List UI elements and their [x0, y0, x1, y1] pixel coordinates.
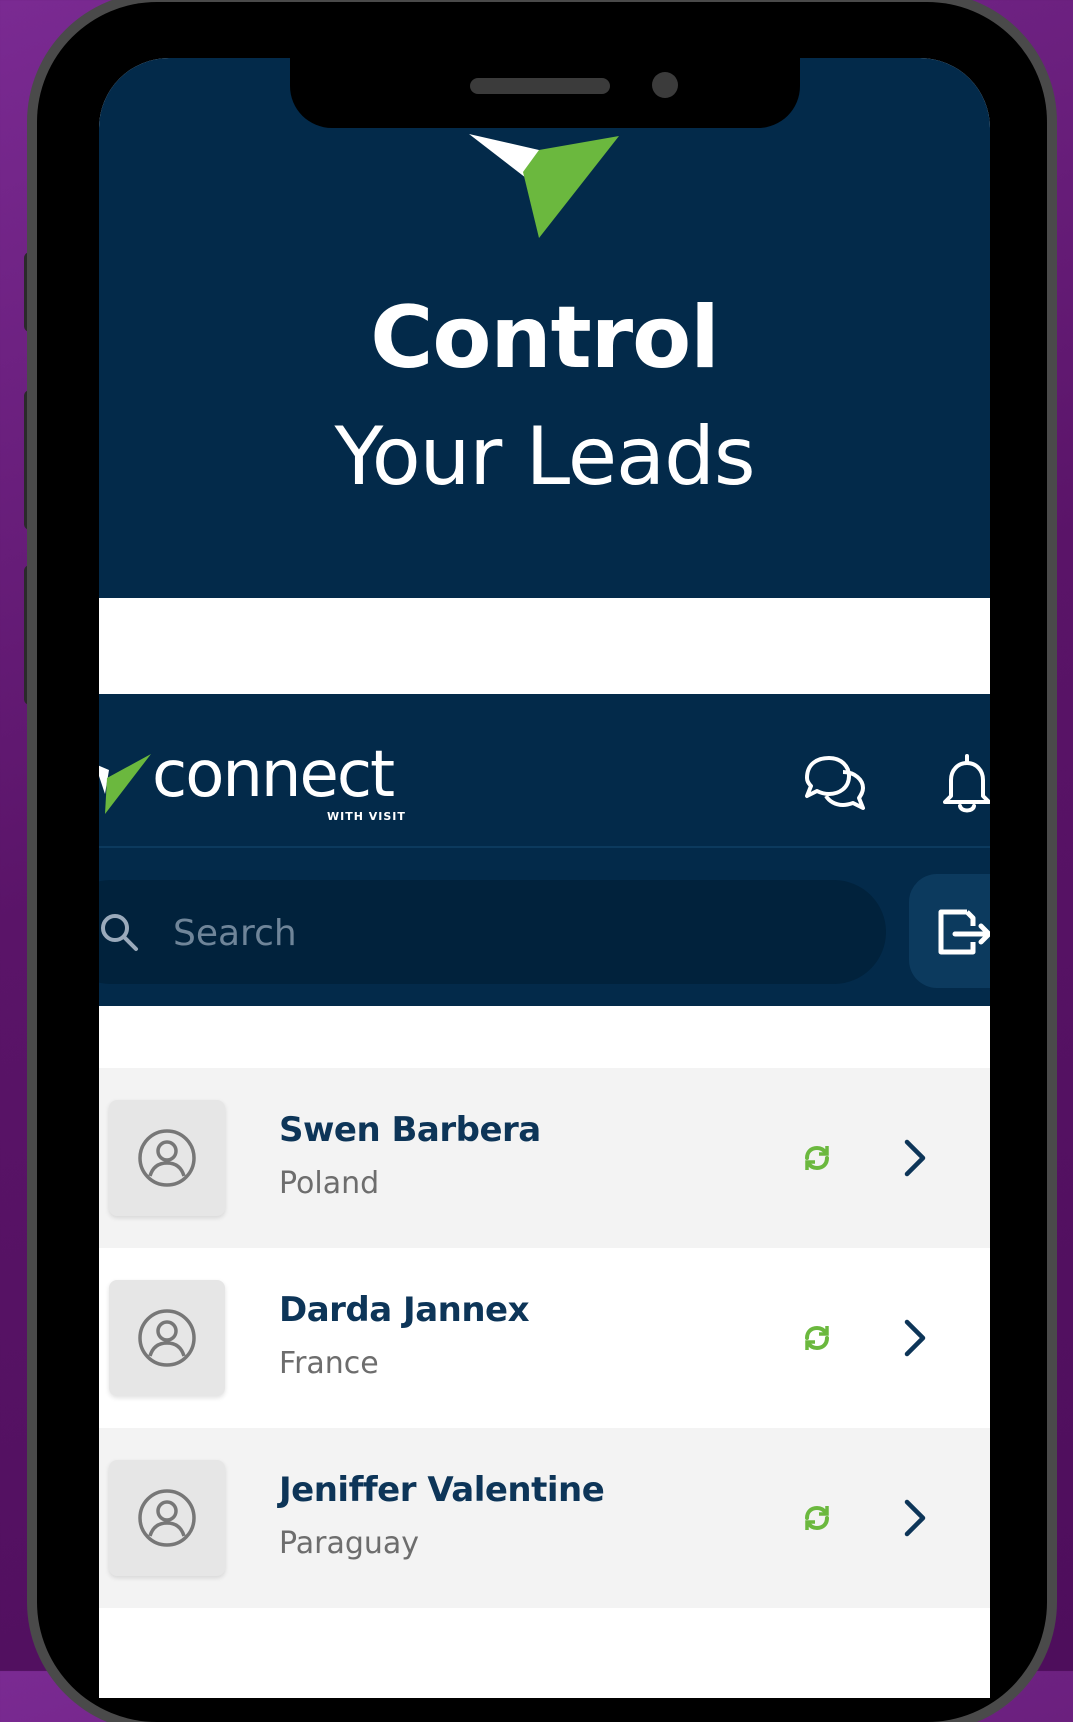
brand-check-icon — [99, 754, 151, 814]
hero-title: Control — [370, 288, 720, 388]
phone-screen: Control Your Leads connect WITH VISIT Se… — [99, 58, 990, 1698]
lead-country: France — [279, 1346, 379, 1381]
phone-notch — [290, 58, 800, 128]
brand-tagline: WITH VISIT — [327, 810, 406, 823]
lead-row[interactable]: Darda Jannex France — [99, 1248, 990, 1428]
search-input[interactable] — [171, 904, 775, 962]
chevron-right-icon[interactable] — [903, 1498, 927, 1538]
lead-country: Poland — [279, 1166, 380, 1201]
lead-row[interactable]: Swen Barbera Poland — [99, 1068, 990, 1248]
bell-icon — [943, 754, 990, 813]
chat-button[interactable] — [799, 748, 869, 818]
chevron-right-icon[interactable] — [903, 1138, 927, 1178]
avatar — [109, 1460, 225, 1576]
phone-side-button-silent — [24, 252, 38, 332]
lead-row-partial — [99, 1608, 990, 1698]
chevron-right-icon[interactable] — [903, 1318, 927, 1358]
lead-name: Darda Jannex — [279, 1290, 530, 1330]
header-divider — [99, 846, 990, 848]
hero-subtitle: Your Leads — [334, 410, 755, 503]
phone-side-button-volume-up — [24, 390, 38, 530]
user-avatar-icon — [138, 1309, 196, 1367]
phone-speaker — [470, 78, 610, 94]
phone-camera — [652, 72, 678, 98]
search-bar[interactable] — [99, 880, 886, 984]
avatar — [109, 1100, 225, 1216]
phone-side-button-volume-down — [24, 565, 38, 705]
app-header: connect WITH VISIT — [99, 694, 990, 1006]
list-spacer — [99, 1006, 990, 1068]
lead-name: Swen Barbera — [279, 1110, 541, 1150]
sync-icon[interactable] — [801, 1142, 833, 1174]
leads-list: Swen Barbera Poland Darda Jannex France … — [99, 1006, 990, 1698]
lead-name: Jeniffer Valentine — [279, 1470, 605, 1510]
search-icon — [101, 914, 138, 951]
export-button[interactable] — [909, 874, 990, 988]
sync-icon[interactable] — [801, 1502, 833, 1534]
notifications-button[interactable] — [937, 748, 990, 818]
brand-wordmark: connect — [152, 738, 395, 812]
section-divider — [99, 598, 990, 694]
avatar — [109, 1280, 225, 1396]
export-file-icon — [938, 909, 990, 955]
sync-icon[interactable] — [801, 1322, 833, 1354]
user-avatar-icon — [138, 1129, 196, 1187]
chat-bubbles-icon — [805, 756, 865, 810]
lead-country: Paraguay — [279, 1526, 420, 1561]
checkmark-logo-icon — [469, 134, 619, 238]
user-avatar-icon — [138, 1489, 196, 1547]
hero-banner: Control Your Leads — [99, 58, 990, 598]
lead-row[interactable]: Jeniffer Valentine Paraguay — [99, 1428, 990, 1608]
